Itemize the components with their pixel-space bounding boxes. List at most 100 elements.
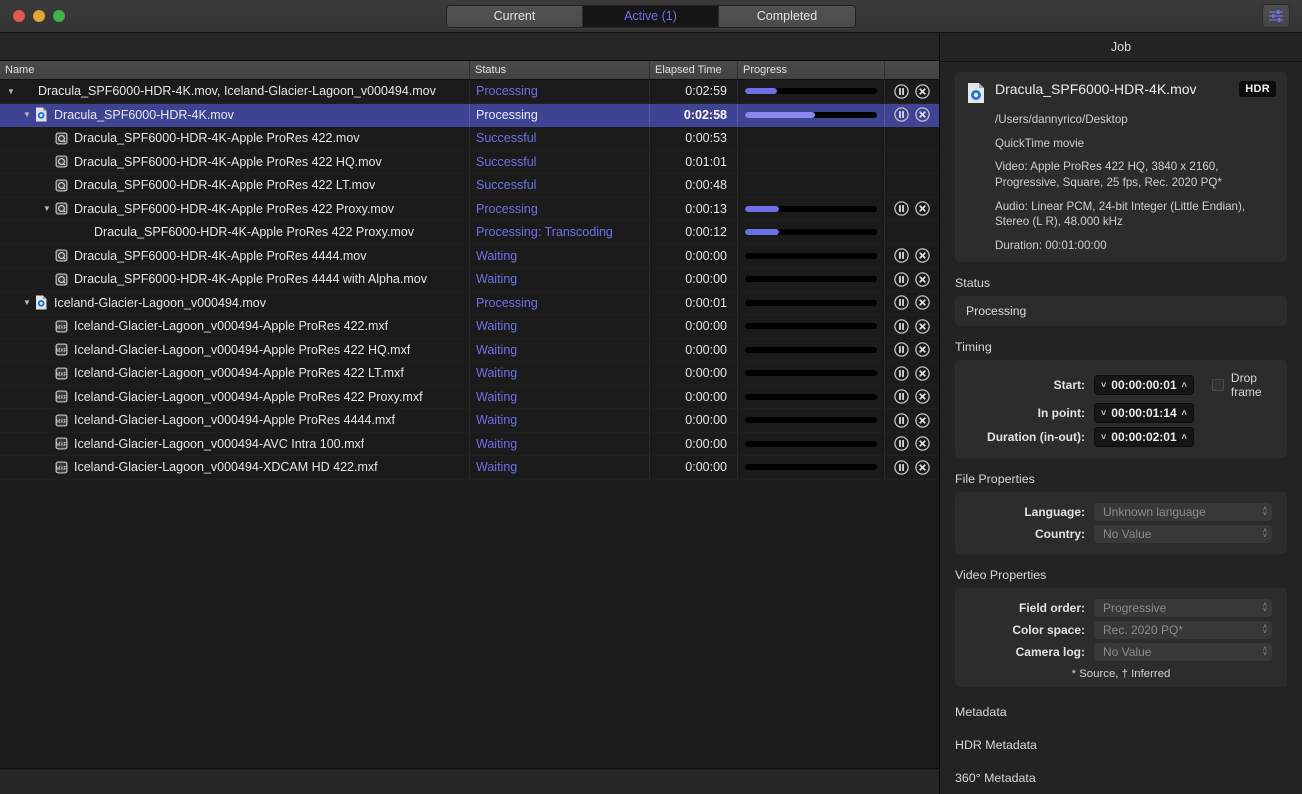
cell-name[interactable]: ▼ Iceland-Glacier-Lagoon_v000494.mov bbox=[0, 291, 470, 314]
drop-frame-checkbox[interactable] bbox=[1211, 379, 1224, 392]
column-header-elapsed[interactable]: Elapsed Time bbox=[650, 61, 738, 79]
cell-name[interactable]: MXF Iceland-Glacier-Lagoon_v000494-Apple … bbox=[0, 315, 470, 338]
in-point-value[interactable]: 00:00:01:14 bbox=[1111, 406, 1176, 420]
column-header-progress[interactable]: Progress bbox=[738, 61, 885, 79]
cell-name[interactable]: ▼ Dracula_SPF6000-HDR-4K.mov, Iceland-Gla… bbox=[0, 80, 470, 103]
cancel-button[interactable] bbox=[915, 107, 930, 122]
table-row[interactable]: Dracula_SPF6000-HDR-4K-Apple ProRes 422.… bbox=[0, 127, 939, 151]
cancel-button[interactable] bbox=[915, 272, 930, 287]
field-order-select[interactable]: Progressive ˄ ˅ bbox=[1094, 599, 1272, 618]
cell-name[interactable]: Dracula_SPF6000-HDR-4K-Apple ProRes 4444… bbox=[0, 244, 470, 267]
camera-log-select[interactable]: No Value ˄ ˅ bbox=[1094, 643, 1272, 662]
tab-current[interactable]: Current bbox=[447, 5, 583, 27]
cell-name[interactable]: Dracula_SPF6000-HDR-4K-Apple ProRes 4444… bbox=[0, 268, 470, 291]
cell-name[interactable]: MXF Iceland-Glacier-Lagoon_v000494-Apple … bbox=[0, 362, 470, 385]
table-row[interactable]: ▼ Dracula_SPF6000-HDR-4K.mov Processing 0:0… bbox=[0, 103, 939, 127]
pause-button[interactable] bbox=[894, 319, 909, 334]
table-row[interactable]: MXF Iceland-Glacier-Lagoon_v000494-Apple … bbox=[0, 362, 939, 386]
tab-active[interactable]: Active (1) bbox=[583, 5, 719, 27]
table-row[interactable]: ▼ Iceland-Glacier-Lagoon_v000494.mov Proce… bbox=[0, 291, 939, 316]
pause-button[interactable] bbox=[894, 272, 909, 287]
disclosure-triangle[interactable]: ▼ bbox=[40, 204, 54, 213]
pause-button[interactable] bbox=[894, 460, 909, 475]
cell-name[interactable]: Dracula_SPF6000-HDR-4K-Apple ProRes 422.… bbox=[0, 127, 470, 150]
table-row[interactable]: ▼ Dracula_SPF6000-HDR-4K.mov, Iceland-Gla… bbox=[0, 80, 939, 104]
settings-button[interactable] bbox=[1262, 4, 1290, 28]
disclosure-triangle[interactable]: ▼ bbox=[20, 110, 34, 119]
cell-name[interactable]: MXF Iceland-Glacier-Lagoon_v000494-Apple … bbox=[0, 338, 470, 361]
cell-name[interactable]: MXF Iceland-Glacier-Lagoon_v000494-Apple … bbox=[0, 385, 470, 408]
cell-name[interactable]: MXF Iceland-Glacier-Lagoon_v000494-XDCAM … bbox=[0, 456, 470, 479]
disclosure-triangle[interactable]: ▼ bbox=[4, 87, 18, 96]
table-row[interactable]: MXF Iceland-Glacier-Lagoon_v000494-Apple … bbox=[0, 315, 939, 339]
cancel-button[interactable] bbox=[915, 366, 930, 381]
tab-completed[interactable]: Completed bbox=[719, 5, 855, 27]
cancel-button[interactable] bbox=[915, 84, 930, 99]
pause-button[interactable] bbox=[894, 201, 909, 216]
table-row[interactable]: MXF Iceland-Glacier-Lagoon_v000494-AVC In… bbox=[0, 432, 939, 457]
disclosure-triangle[interactable]: ▼ bbox=[20, 298, 34, 307]
chevron-up-icon[interactable]: ˄ bbox=[1182, 380, 1187, 390]
zoom-button[interactable] bbox=[53, 10, 65, 22]
cancel-button[interactable] bbox=[915, 248, 930, 263]
cancel-button[interactable] bbox=[915, 342, 930, 357]
cell-name[interactable]: ▼ Dracula_SPF6000-HDR-4K-Apple ProRes 422… bbox=[0, 197, 470, 220]
cancel-button[interactable] bbox=[915, 295, 930, 310]
chevron-down-icon[interactable]: ˅ bbox=[1101, 432, 1106, 442]
in-point-stepper[interactable]: ˅ 00:00:01:14 ˄ bbox=[1094, 403, 1194, 424]
metadata-section-title[interactable]: Metadata bbox=[955, 705, 1287, 719]
table-row[interactable]: Dracula_SPF6000-HDR-4K-Apple ProRes 422 … bbox=[0, 150, 939, 175]
table-row[interactable]: Dracula_SPF6000-HDR-4K-Apple ProRes 4444… bbox=[0, 244, 939, 269]
cell-name[interactable]: Dracula_SPF6000-HDR-4K-Apple ProRes 422 … bbox=[0, 174, 470, 197]
pause-button[interactable] bbox=[894, 413, 909, 428]
cell-progress bbox=[738, 385, 885, 408]
spatial-metadata-section-title[interactable]: 360° Metadata bbox=[955, 771, 1287, 785]
cell-name[interactable]: MXF Iceland-Glacier-Lagoon_v000494-AVC In… bbox=[0, 432, 470, 455]
table-row[interactable]: MXF Iceland-Glacier-Lagoon_v000494-Apple … bbox=[0, 385, 939, 410]
pause-button[interactable] bbox=[894, 295, 909, 310]
cancel-button[interactable] bbox=[915, 389, 930, 404]
cell-name[interactable]: Dracula_SPF6000-HDR-4K-Apple ProRes 422 … bbox=[0, 150, 470, 173]
table-row[interactable]: MXF Iceland-Glacier-Lagoon_v000494-Apple … bbox=[0, 409, 939, 433]
cancel-button[interactable] bbox=[915, 413, 930, 428]
table-row[interactable]: MXF Iceland-Glacier-Lagoon_v000494-Apple … bbox=[0, 338, 939, 363]
table-row[interactable]: Dracula_SPF6000-HDR-4K-Apple ProRes 4444… bbox=[0, 268, 939, 292]
close-button[interactable] bbox=[13, 10, 25, 22]
country-select[interactable]: No Value ˄ ˅ bbox=[1094, 525, 1272, 544]
cancel-button[interactable] bbox=[915, 319, 930, 334]
cell-name[interactable]: Dracula_SPF6000-HDR-4K-Apple ProRes 422 … bbox=[0, 221, 470, 244]
pause-button[interactable] bbox=[894, 389, 909, 404]
cancel-button[interactable] bbox=[915, 460, 930, 475]
pause-button[interactable] bbox=[894, 342, 909, 357]
pause-button[interactable] bbox=[894, 436, 909, 451]
pause-button[interactable] bbox=[894, 84, 909, 99]
chevron-down-icon[interactable]: ˅ bbox=[1101, 380, 1106, 390]
table-row[interactable]: ▼ Dracula_SPF6000-HDR-4K-Apple ProRes 422… bbox=[0, 197, 939, 222]
pause-button[interactable] bbox=[894, 107, 909, 122]
table-row[interactable]: MXF Iceland-Glacier-Lagoon_v000494-XDCAM … bbox=[0, 456, 939, 480]
chevron-down-icon[interactable]: ˅ bbox=[1101, 408, 1106, 418]
minimize-button[interactable] bbox=[33, 10, 45, 22]
cell-name[interactable]: MXF Iceland-Glacier-Lagoon_v000494-Apple … bbox=[0, 409, 470, 432]
start-value[interactable]: 00:00:00:01 bbox=[1111, 378, 1176, 392]
table-row[interactable]: Dracula_SPF6000-HDR-4K-Apple ProRes 422 … bbox=[0, 174, 939, 198]
cancel-button[interactable] bbox=[915, 436, 930, 451]
table-row[interactable]: Dracula_SPF6000-HDR-4K-Apple ProRes 422 … bbox=[0, 221, 939, 245]
column-header-status[interactable]: Status bbox=[470, 61, 650, 79]
pause-button[interactable] bbox=[894, 248, 909, 263]
chevron-up-icon[interactable]: ˄ bbox=[1182, 432, 1187, 442]
duration-stepper[interactable]: ˅ 00:00:02:01 ˄ bbox=[1094, 427, 1194, 448]
duration-value[interactable]: 00:00:02:01 bbox=[1111, 430, 1176, 444]
batch-table-body[interactable]: ▼ Dracula_SPF6000-HDR-4K.mov, Iceland-Gla… bbox=[0, 80, 939, 768]
pause-button[interactable] bbox=[894, 366, 909, 381]
language-select[interactable]: Unknown language ˄ ˅ bbox=[1094, 503, 1272, 522]
chevron-up-icon[interactable]: ˄ bbox=[1182, 408, 1187, 418]
column-header-name[interactable]: Name bbox=[0, 61, 470, 79]
hdr-metadata-section-title[interactable]: HDR Metadata bbox=[955, 738, 1287, 752]
job-file-name: Dracula_SPF6000-HDR-4K.mov bbox=[995, 81, 1197, 97]
color-space-select[interactable]: Rec. 2020 PQ* ˄ ˅ bbox=[1094, 621, 1272, 640]
progress-bar bbox=[745, 464, 877, 471]
cancel-button[interactable] bbox=[915, 201, 930, 216]
start-stepper[interactable]: ˅ 00:00:00:01 ˄ bbox=[1094, 375, 1194, 396]
cell-name[interactable]: ▼ Dracula_SPF6000-HDR-4K.mov bbox=[0, 103, 470, 126]
